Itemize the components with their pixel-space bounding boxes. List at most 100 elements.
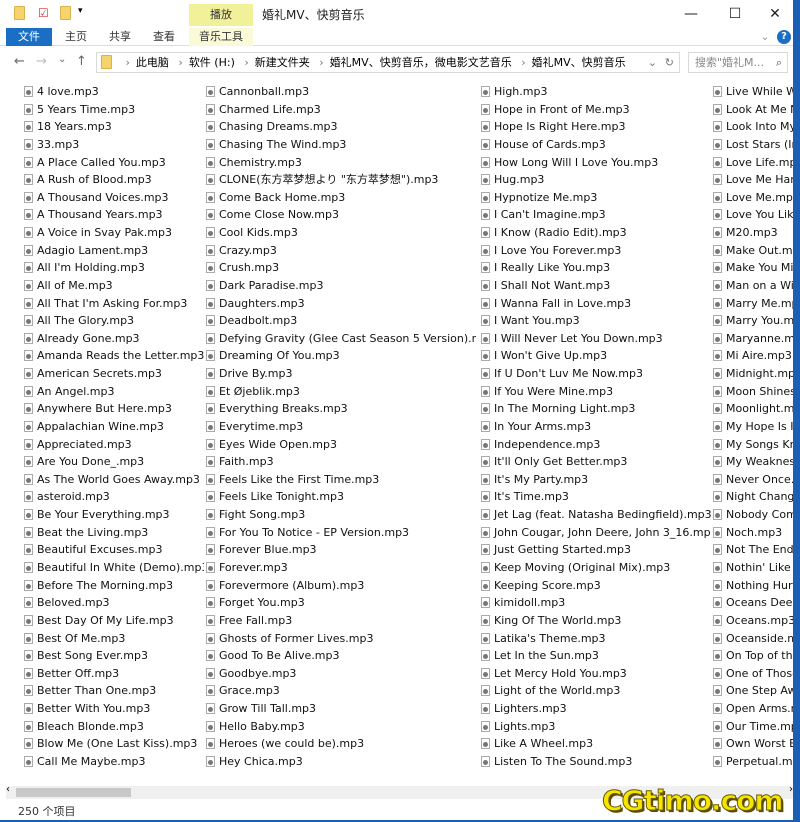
file-item[interactable]: My Songs Kn — [713, 436, 793, 453]
breadcrumb-item[interactable]: 婚礼MV、快剪音乐，微电影文艺音乐 — [330, 56, 512, 69]
file-item[interactable]: Everytime.mp3 — [206, 418, 476, 435]
scroll-right-icon[interactable]: › — [789, 784, 793, 795]
file-item[interactable]: 33.mp3 — [24, 136, 204, 153]
file-item[interactable]: Marry Me.mp — [713, 295, 793, 312]
file-item[interactable]: Oceanside.mp — [713, 630, 793, 647]
tab-music-tools[interactable]: 音乐工具 — [189, 28, 253, 46]
file-item[interactable]: All I'm Holding.mp3 — [24, 259, 204, 276]
file-item[interactable]: asteroid.mp3 — [24, 488, 204, 505]
file-item[interactable]: Et Øjeblik.mp3 — [206, 383, 476, 400]
breadcrumb-item[interactable]: 此电脑 — [136, 56, 169, 69]
breadcrumb-item[interactable]: 软件 (H:) — [189, 56, 235, 69]
file-item[interactable]: How Long Will I Love You.mp3 — [481, 154, 711, 171]
file-item[interactable]: I Will Never Let You Down.mp3 — [481, 330, 711, 347]
file-item[interactable]: I Shall Not Want.mp3 — [481, 277, 711, 294]
properties-icon[interactable]: ☑ — [38, 6, 49, 20]
close-button[interactable]: ✕ — [757, 2, 793, 26]
file-item[interactable]: Already Gone.mp3 — [24, 330, 204, 347]
file-item[interactable]: Better Than One.mp3 — [24, 682, 204, 699]
file-item[interactable]: Appalachian Wine.mp3 — [24, 418, 204, 435]
file-item[interactable]: Look Into My — [713, 118, 793, 135]
file-item[interactable]: In The Morning Light.mp3 — [481, 400, 711, 417]
file-item[interactable]: Oceans.mp3 — [713, 612, 793, 629]
file-item[interactable]: Crush.mp3 — [206, 259, 476, 276]
file-item[interactable]: Noch.mp3 — [713, 524, 793, 541]
file-item[interactable]: Fight Song.mp3 — [206, 506, 476, 523]
file-item[interactable]: Appreciated.mp3 — [24, 436, 204, 453]
file-item[interactable]: One Step Awa — [713, 682, 793, 699]
file-item[interactable]: Call Me Maybe.mp3 — [24, 753, 204, 770]
file-item[interactable]: It's My Party.mp3 — [481, 471, 711, 488]
file-item[interactable]: Crazy.mp3 — [206, 242, 476, 259]
file-item[interactable]: Bleach Blonde.mp3 — [24, 718, 204, 735]
file-item[interactable]: A Rush of Blood.mp3 — [24, 171, 204, 188]
file-item[interactable]: Chasing Dreams.mp3 — [206, 118, 476, 135]
file-item[interactable]: Chasing The Wind.mp3 — [206, 136, 476, 153]
file-item[interactable]: Before The Morning.mp3 — [24, 577, 204, 594]
file-item[interactable]: My Weakness — [713, 453, 793, 470]
file-item[interactable]: It's Time.mp3 — [481, 488, 711, 505]
file-item[interactable]: Dark Paradise.mp3 — [206, 277, 476, 294]
file-item[interactable]: Heroes (we could be).mp3 — [206, 735, 476, 752]
file-item[interactable]: Man on a Wir — [713, 277, 793, 294]
file-item[interactable]: Deadbolt.mp3 — [206, 312, 476, 329]
file-item[interactable]: Grace.mp3 — [206, 682, 476, 699]
file-item[interactable]: Hey Chica.mp3 — [206, 753, 476, 770]
file-item[interactable]: Ghosts of Former Lives.mp3 — [206, 630, 476, 647]
file-item[interactable]: Like A Wheel.mp3 — [481, 735, 711, 752]
file-item[interactable]: Listen To The Sound.mp3 — [481, 753, 711, 770]
file-item[interactable]: Lights.mp3 — [481, 718, 711, 735]
file-item[interactable]: Hypnotize Me.mp3 — [481, 189, 711, 206]
file-item[interactable]: If You Were Mine.mp3 — [481, 383, 711, 400]
file-item[interactable]: I Want You.mp3 — [481, 312, 711, 329]
file-item[interactable]: An Angel.mp3 — [24, 383, 204, 400]
file-item[interactable]: A Thousand Voices.mp3 — [24, 189, 204, 206]
file-item[interactable]: Open Arms.m — [713, 700, 793, 717]
refresh-icon[interactable]: ↻ — [665, 53, 674, 72]
file-item[interactable]: Our Time.mp3 — [713, 718, 793, 735]
file-item[interactable]: I Wanna Fall in Love.mp3 — [481, 295, 711, 312]
file-item[interactable]: Be Your Everything.mp3 — [24, 506, 204, 523]
file-item[interactable]: Lighters.mp3 — [481, 700, 711, 717]
file-item[interactable]: As The World Goes Away.mp3 — [24, 471, 204, 488]
file-item[interactable]: A Thousand Years.mp3 — [24, 206, 204, 223]
address-bar[interactable]: › 此电脑 › 软件 (H:) › 新建文件夹 › 婚礼MV、快剪音乐，微电影文艺音乐 … — [96, 52, 680, 73]
file-item[interactable]: Everything Breaks.mp3 — [206, 400, 476, 417]
file-item[interactable]: Feels Like the First Time.mp3 — [206, 471, 476, 488]
file-item[interactable]: Drive By.mp3 — [206, 365, 476, 382]
file-item[interactable]: King Of The World.mp3 — [481, 612, 711, 629]
address-dropdown-icon[interactable]: ⌄ — [648, 53, 657, 72]
file-item[interactable]: Daughters.mp3 — [206, 295, 476, 312]
file-item[interactable]: Best Day Of My Life.mp3 — [24, 612, 204, 629]
file-item[interactable]: I Love You Forever.mp3 — [481, 242, 711, 259]
file-item[interactable]: Good To Be Alive.mp3 — [206, 647, 476, 664]
file-item[interactable]: Perpetual.mp3 — [713, 753, 793, 770]
recent-locations-button[interactable]: ⌄ — [58, 54, 66, 65]
forward-button[interactable]: → — [36, 54, 47, 69]
file-item[interactable]: Cool Kids.mp3 — [206, 224, 476, 241]
file-item[interactable]: I Won't Give Up.mp3 — [481, 347, 711, 364]
file-item[interactable]: Eyes Wide Open.mp3 — [206, 436, 476, 453]
new-folder-icon[interactable] — [60, 6, 71, 23]
file-item[interactable]: Make You Mi — [713, 259, 793, 276]
tab-home[interactable]: 主页 — [58, 28, 94, 46]
back-button[interactable]: ← — [14, 54, 25, 69]
file-item[interactable]: Forever.mp3 — [206, 559, 476, 576]
file-item[interactable]: Look At Me N — [713, 101, 793, 118]
file-item[interactable]: Amanda Reads the Letter.mp3 — [24, 347, 204, 364]
file-item[interactable]: Defying Gravity (Glee Cast Season 5 Vers… — [206, 330, 476, 347]
file-item[interactable]: Beat the Living.mp3 — [24, 524, 204, 541]
file-item[interactable]: Hope Is Right Here.mp3 — [481, 118, 711, 135]
file-item[interactable]: Keeping Score.mp3 — [481, 577, 711, 594]
file-item[interactable]: If U Don't Luv Me Now.mp3 — [481, 365, 711, 382]
file-item[interactable]: American Secrets.mp3 — [24, 365, 204, 382]
file-item[interactable]: Lost Stars (Int — [713, 136, 793, 153]
file-item[interactable]: Nothing Hurts — [713, 577, 793, 594]
scrollbar-thumb[interactable] — [16, 788, 131, 797]
file-item[interactable]: Nothin' Like Y — [713, 559, 793, 576]
file-item[interactable]: Adagio Lament.mp3 — [24, 242, 204, 259]
search-input[interactable]: 搜索"婚礼M... ⌕ — [688, 52, 788, 73]
file-item[interactable]: All of Me.mp3 — [24, 277, 204, 294]
file-item[interactable]: Love Me Hard — [713, 171, 793, 188]
tab-view[interactable]: 查看 — [146, 28, 182, 46]
